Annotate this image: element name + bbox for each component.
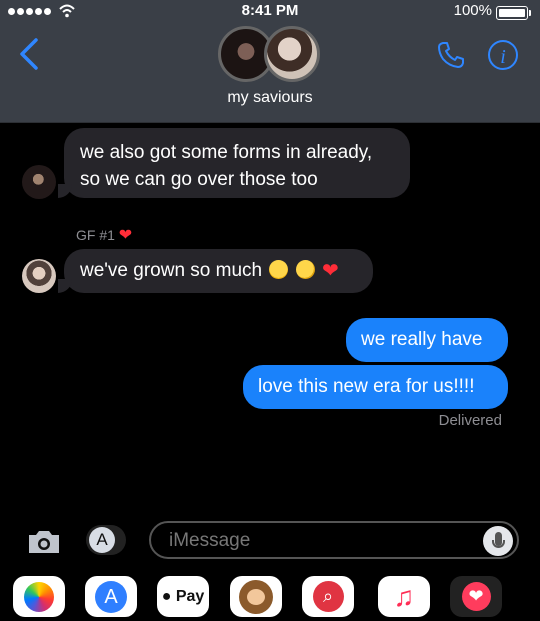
pleading-face-icon [269,260,289,279]
message-text: so we can go over those too [80,169,318,190]
incoming-message[interactable]: we've grown so much ❤ [64,249,373,293]
delivery-status: Delivered [438,412,502,429]
avatar [22,165,56,199]
photos-app-button[interactable] [13,576,65,617]
app-store-icon: A [95,580,127,613]
conversation-header: my saviours i [0,24,540,123]
heart-icon: ❤ [321,260,339,282]
sneezing-face-icon [295,260,315,279]
message-text: we've grown so much [80,260,263,281]
outgoing-message[interactable]: love this new era for us!!!! [243,365,508,409]
message-composer: A iMessage [0,518,540,564]
message-input[interactable]: iMessage [149,521,519,559]
apple-pay-button[interactable]: ● Pay [157,576,209,617]
photos-icon [24,581,54,612]
animoji-button[interactable] [230,576,282,617]
sender-label: GF #1 ❤ [76,227,133,244]
apple-pay-icon: ● [161,587,176,605]
camera-icon[interactable] [26,528,62,556]
group-avatars[interactable] [218,26,320,82]
phone-icon[interactable] [436,40,466,70]
app-store-button[interactable]: A [85,576,137,617]
heart-icon: ❤ [118,227,133,244]
web-search-icon: ⌕ [312,581,344,612]
message-text: we really have [361,329,483,350]
chevron-left-icon[interactable] [14,36,44,72]
avatar [264,26,320,82]
message-text: love this new era for us!!!! [258,376,475,397]
info-icon[interactable]: i [488,40,518,70]
app-store-icon[interactable]: A [86,525,126,555]
group-name[interactable]: my saviours [0,89,540,107]
avatar [22,259,56,293]
music-button[interactable]: ♫ [378,576,430,617]
bubble-tail [58,279,72,293]
battery-icon [496,6,531,20]
digital-touch-button[interactable]: ❤ [450,576,502,617]
bubble-tail [58,184,72,198]
app-drawer: A ● Pay ⌕ ♫ ❤ [0,572,540,621]
animoji-icon [239,579,273,614]
heart-icon: ❤ [461,582,491,611]
battery-percentage: 100% [453,2,492,19]
microphone-icon[interactable] [483,526,513,556]
incoming-message[interactable]: we also got some forms in already, so we… [64,128,410,198]
music-icon: ♫ [393,580,415,612]
web-search-button[interactable]: ⌕ [302,576,354,617]
outgoing-message[interactable]: we really have [346,318,508,362]
message-text: we also got some forms in already, [80,142,373,163]
status-bar: 8:41 PM 100% [0,0,540,24]
